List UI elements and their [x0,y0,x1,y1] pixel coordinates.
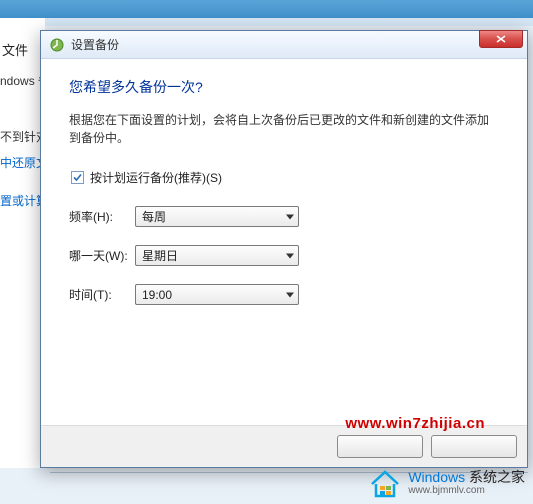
titlebar: 设置备份 [41,31,527,59]
schedule-checkbox[interactable] [71,171,84,184]
backup-setup-dialog: 设置备份 您希望多久备份一次? 根据您在下面设置的计划，会将自上次备份后已更改的… [40,30,528,468]
time-label: 时间(T): [69,286,135,303]
schedule-checkbox-row: 按计划运行备份(推荐)(S) [71,169,499,186]
frequency-label: 频率(H): [69,208,135,225]
page-heading: 您希望多久备份一次? [69,77,499,97]
page-description: 根据您在下面设置的计划，会将自上次备份后已更改的文件和新创建的文件添加到备份中。 [69,111,499,147]
chevron-down-icon [286,214,294,219]
schedule-checkbox-label: 按计划运行备份(推荐)(S) [90,169,222,186]
frequency-value: 每周 [142,208,166,225]
close-icon [496,35,506,43]
watermark-text: Windows 系统之家 www.bjmmlv.com [408,470,525,496]
bg-label-files: 文件 [2,40,28,59]
chevron-down-icon [286,253,294,258]
time-row: 时间(T): 19:00 [69,284,499,305]
footer-button-1[interactable] [337,435,423,458]
watermark-logo: Windows 系统之家 www.bjmmlv.com [368,468,525,498]
backup-icon [49,37,65,53]
day-value: 星期日 [142,247,178,264]
checkmark-icon [72,172,83,183]
time-select[interactable]: 19:00 [135,284,299,305]
dialog-body: 您希望多久备份一次? 根据您在下面设置的计划，会将自上次备份后已更改的文件和新创… [41,59,527,333]
frequency-row: 频率(H): 每周 [69,206,499,227]
day-row: 哪一天(W): 星期日 [69,245,499,266]
dialog-title: 设置备份 [71,36,523,53]
bg-window-titlebar [0,0,533,18]
day-select[interactable]: 星期日 [135,245,299,266]
watermark-brand: Windows 系统之家 [408,470,525,485]
footer-button-2[interactable] [431,435,517,458]
day-label: 哪一天(W): [69,247,135,264]
house-icon [368,468,402,498]
time-value: 19:00 [142,288,172,302]
close-button[interactable] [479,30,523,48]
chevron-down-icon [286,292,294,297]
watermark-suburl: www.bjmmlv.com [408,485,525,496]
bg-window-toolbar [0,18,533,26]
watermark-url: www.win7zhijia.cn [345,415,485,432]
frequency-select[interactable]: 每周 [135,206,299,227]
